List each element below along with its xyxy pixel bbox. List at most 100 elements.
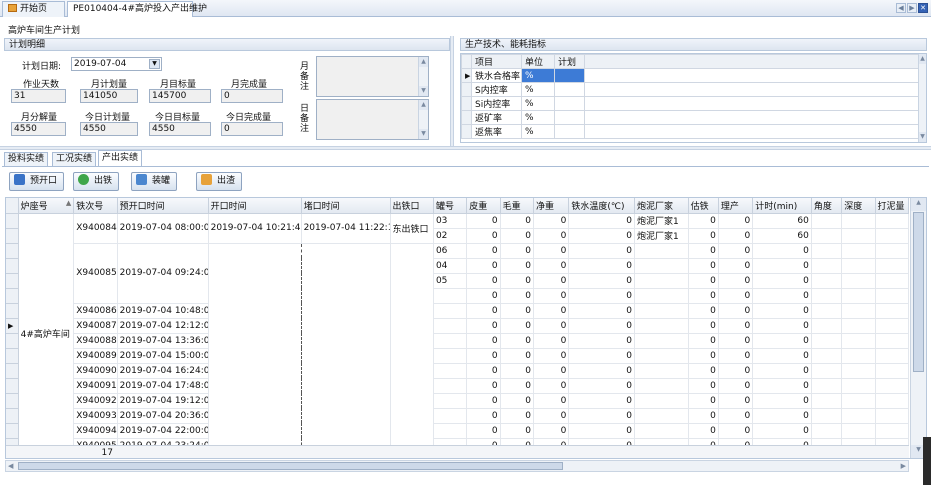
col-open-time[interactable]: 开口时间 [208,198,302,214]
net-cell[interactable]: 0 [533,243,570,259]
scroll-left-icon[interactable]: ◀ [896,3,906,13]
table-row[interactable]: X940094 2019-07-04 22:00:00 0 0 0 0 0 0 0 [6,423,910,439]
est-iron-cell[interactable]: 0 [688,393,719,409]
net-cell[interactable]: 0 [533,423,570,439]
col-pre-open-time[interactable]: 预开口时间 [117,198,209,214]
tap-id-cell[interactable]: X940090 [73,363,118,379]
pre-open-time-cell[interactable]: 2019-07-04 09:24:00 [117,243,209,304]
angle-cell[interactable] [811,273,843,289]
tab-furnace-io[interactable]: PE010404-4#高炉投入产出维护 [67,1,207,17]
tare-cell[interactable]: 0 [466,228,501,244]
angle-cell[interactable] [811,213,843,229]
timing-cell[interactable]: 0 [752,303,812,319]
scroll-left-icon[interactable]: ◀ [8,461,13,471]
tank-no-cell[interactable]: 05 [433,273,468,289]
timing-cell[interactable]: 0 [752,333,812,349]
tank-no-cell[interactable] [433,288,468,304]
col-tare[interactable]: 皮重 [466,198,501,214]
month-target-field[interactable]: 145700 [149,89,211,103]
row-indicator[interactable] [6,213,19,229]
theory-cell[interactable]: 0 [718,303,754,319]
col-est-iron[interactable]: 估铁 [688,198,719,214]
clay-amount-cell[interactable] [875,363,910,379]
temperature-cell[interactable]: 0 [568,408,636,424]
clay-amount-cell[interactable] [875,348,910,364]
theory-cell[interactable]: 0 [718,273,754,289]
est-iron-cell[interactable]: 0 [688,423,719,439]
est-iron-cell[interactable]: 0 [688,363,719,379]
scroll-down-icon[interactable]: ▼ [419,129,428,139]
gross-cell[interactable]: 0 [500,243,534,259]
table-row[interactable]: X940091 2019-07-04 17:48:00 0 0 0 0 0 0 0 [6,378,910,394]
temperature-cell[interactable]: 0 [568,348,636,364]
col-plan[interactable]: 计划 [554,54,585,69]
temperature-cell[interactable]: 0 [568,273,636,289]
close-time-cell[interactable]: 2019-07-04 11:22:15 [301,213,391,244]
timing-cell[interactable]: 0 [752,408,812,424]
tare-cell[interactable]: 0 [466,408,501,424]
tank-no-cell[interactable] [433,363,468,379]
tap-id-cell[interactable]: X940092 [73,393,118,409]
month-note-textarea[interactable]: ▲ ▼ [316,56,429,97]
est-iron-cell[interactable]: 0 [688,228,719,244]
row-indicator[interactable]: ▶ [6,318,19,334]
pre-open-time-cell[interactable]: 2019-07-04 16:24:00 [117,363,209,379]
est-iron-cell[interactable]: 0 [688,348,719,364]
theory-cell[interactable]: 0 [718,378,754,394]
net-cell[interactable]: 0 [533,303,570,319]
scroll-right-icon[interactable]: ▶ [901,461,906,471]
tank-no-cell[interactable] [433,303,468,319]
scroll-up-icon[interactable]: ▲ [911,198,926,211]
depth-cell[interactable] [841,363,876,379]
timing-cell[interactable]: 0 [752,288,812,304]
day-note-scrollbar[interactable]: ▲ ▼ [418,100,428,139]
col-clay-vendor[interactable]: 炮泥厂家 [634,198,689,214]
clay-vendor-cell[interactable] [634,408,689,424]
pre-open-time-cell[interactable]: 2019-07-04 17:48:00 [117,378,209,394]
timing-cell[interactable]: 0 [752,318,812,334]
tap-id-cell[interactable]: X940093 [73,408,118,424]
open-time-cell[interactable]: 2019-07-04 10:21:43 [208,213,302,244]
scroll-up-icon[interactable]: ▲ [919,54,926,64]
clay-amount-cell[interactable] [875,303,910,319]
tech-item[interactable]: 返矿率 [471,110,522,125]
grid-vertical-scrollbar[interactable]: ▲ ▼ [910,198,926,458]
clay-vendor-cell[interactable] [634,393,689,409]
col-depth[interactable]: 深度 [841,198,876,214]
col-tank-no[interactable]: 罐号 [433,198,468,214]
month-split-field[interactable]: 4550 [11,122,66,136]
temperature-cell[interactable]: 0 [568,303,636,319]
col-taphole[interactable]: 出铁口 [390,198,434,214]
timing-cell[interactable]: 0 [752,348,812,364]
timing-cell[interactable]: 0 [752,363,812,379]
gross-cell[interactable]: 0 [500,303,534,319]
clay-amount-cell[interactable] [875,393,910,409]
pre-open-time-cell[interactable]: 2019-07-04 20:36:00 [117,408,209,424]
tech-item[interactable]: S内控率 [471,82,522,97]
row-indicator[interactable] [6,303,19,319]
net-cell[interactable]: 0 [533,393,570,409]
clay-vendor-cell[interactable] [634,288,689,304]
pre-open-button[interactable]: 预开口 [9,172,65,191]
temperature-cell[interactable]: 0 [568,378,636,394]
tank-no-cell[interactable]: 06 [433,243,468,259]
scroll-up-icon[interactable]: ▲ [419,57,428,67]
table-row[interactable]: X940092 2019-07-04 19:12:00 0 0 0 0 0 0 0 [6,393,910,409]
net-cell[interactable]: 0 [533,228,570,244]
tap-id-cell[interactable]: X940086 [73,303,118,319]
scroll-right-icon[interactable]: ▶ [907,3,917,13]
timing-cell[interactable]: 0 [752,258,812,274]
depth-cell[interactable] [841,333,876,349]
angle-cell[interactable] [811,303,843,319]
angle-cell[interactable] [811,288,843,304]
tank-no-cell[interactable] [433,378,468,394]
tare-cell[interactable]: 0 [466,273,501,289]
tab-home[interactable]: 开始页 [2,1,65,17]
row-indicator[interactable] [6,378,19,394]
col-timing[interactable]: 计时(min) [752,198,812,214]
tare-cell[interactable]: 0 [466,303,501,319]
tank-no-cell[interactable]: 04 [433,258,468,274]
day-plan-field[interactable]: 4550 [80,122,138,136]
depth-cell[interactable] [841,258,876,274]
temperature-cell[interactable]: 0 [568,423,636,439]
